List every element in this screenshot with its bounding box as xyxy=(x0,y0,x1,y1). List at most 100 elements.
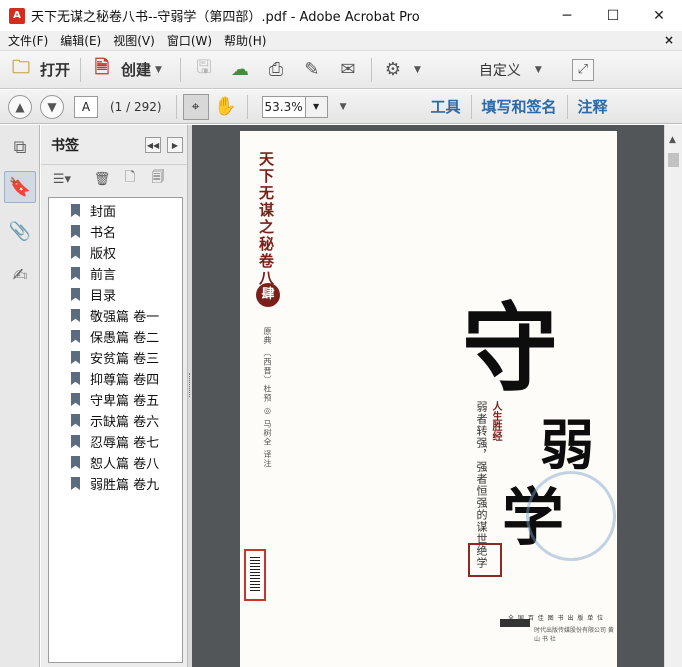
more-tools-chevron-icon[interactable]: ▼ xyxy=(340,102,347,112)
comment-pane-button[interactable]: 注释 xyxy=(572,96,614,117)
publisher-logo xyxy=(500,619,530,627)
zoom-dropdown-button[interactable]: ▼ xyxy=(305,95,328,118)
bookmark-icon xyxy=(71,414,80,427)
toolbar-divider xyxy=(80,57,82,82)
bookmark-icon: 🔖 xyxy=(8,176,32,198)
bookmark-item[interactable]: 保愚篇 卷二 xyxy=(49,326,182,347)
chevron-down-icon[interactable]: ▼ xyxy=(535,65,542,75)
bookmark-icon xyxy=(71,288,80,301)
expand-icon[interactable]: ⤢ xyxy=(571,58,594,81)
bookmark-label: 恕人篇 卷八 xyxy=(90,457,160,472)
bookmark-label: 目录 xyxy=(90,289,117,304)
save-icon[interactable]: 🖫 xyxy=(193,57,215,81)
menu-file[interactable]: 文件(F) xyxy=(2,32,54,49)
select-tool-button[interactable]: ⌖ xyxy=(182,93,209,120)
maximize-button[interactable]: ☐ xyxy=(590,0,636,31)
next-page-button[interactable]: ▼ xyxy=(40,94,64,119)
scroll-up-arrow-icon[interactable]: ▲ xyxy=(669,135,676,145)
double-chevron-left-icon: ◀◀ xyxy=(146,140,160,150)
menu-view[interactable]: 视图(V) xyxy=(107,32,161,49)
pdf-page-cover[interactable]: 天下无谋之秘卷八书 肆 原典 〔西晋〕杜预 ◎ 马树全 译注 守 弱 学 人生胜… xyxy=(240,131,617,667)
bookmark-item[interactable]: 抑尊篇 卷四 xyxy=(49,368,182,389)
bookmark-item[interactable]: 弱胜篇 卷九 xyxy=(49,473,182,494)
bookmark-item[interactable]: 书名 xyxy=(49,221,182,242)
hand-tool-icon[interactable]: ✋ xyxy=(214,96,236,118)
bookmarks-title: 书签 xyxy=(51,137,79,154)
bookmarks-toolbar: ☰▾ 🗑 🗋 🗐 xyxy=(41,165,187,193)
print-icon[interactable]: ⎙ xyxy=(265,59,287,81)
open-button[interactable]: 🗀 打开 xyxy=(6,56,74,84)
upload-icon[interactable]: ☁ xyxy=(229,59,251,81)
toolbar-divider xyxy=(175,94,177,119)
cursor-icon: ⌖ xyxy=(191,98,200,115)
bookmark-icon xyxy=(71,204,80,217)
bookmark-item[interactable]: 封面 xyxy=(49,200,182,221)
bookmark-label: 版权 xyxy=(90,247,117,262)
close-button[interactable]: ✕ xyxy=(636,0,682,31)
tools-pane-button[interactable]: 工具 xyxy=(425,96,467,117)
menu-edit[interactable]: 编辑(E) xyxy=(54,32,107,49)
bookmark-item[interactable]: 前言 xyxy=(49,263,182,284)
options-menu-icon[interactable]: ☰▾ xyxy=(47,169,77,189)
vertical-scrollbar[interactable]: ▲ xyxy=(664,125,682,667)
bookmark-icon xyxy=(71,225,80,238)
scrollbar-thumb[interactable] xyxy=(668,153,679,167)
chevron-right-icon: ▶ xyxy=(171,140,179,150)
toolbar-divider xyxy=(470,94,472,119)
arrow-up-icon: ▲ xyxy=(15,99,25,114)
menu-window[interactable]: 窗口(W) xyxy=(161,32,218,49)
collapse-panel-button[interactable]: ◀◀ xyxy=(145,137,161,153)
bookmark-icon xyxy=(71,393,80,406)
signatures-button[interactable]: ✍ xyxy=(4,259,36,291)
library-watermark-stamp xyxy=(526,471,616,561)
toolbar-divider xyxy=(370,57,372,82)
page-count: (1 / 292) xyxy=(110,99,162,114)
bookmark-item[interactable]: 忍辱篇 卷七 xyxy=(49,431,182,452)
folder-icon: 🗀 xyxy=(12,56,30,78)
delete-bookmark-icon[interactable]: 🗑 xyxy=(91,169,113,189)
cover-volume-seal: 肆 xyxy=(256,283,280,307)
edit-icon[interactable]: ✎ xyxy=(301,59,323,81)
bookmark-item[interactable]: 示缺篇 卷六 xyxy=(49,410,182,431)
bookmark-icon xyxy=(71,246,80,259)
minimize-button[interactable]: ─ xyxy=(544,0,590,31)
create-button[interactable]: 🗎 创建 ▼ xyxy=(87,56,166,84)
email-icon[interactable]: ✉ xyxy=(337,59,359,81)
bookmark-item[interactable]: 版权 xyxy=(49,242,182,263)
panel-arrow-button[interactable]: ▶ xyxy=(167,137,183,153)
title-bar: A 天下无谋之秘卷八书--守弱学（第四部）.pdf - Adobe Acroba… xyxy=(0,0,682,31)
zoom-input[interactable]: 53.3% xyxy=(261,95,306,118)
bookmark-item[interactable]: 安贫篇 卷三 xyxy=(49,347,182,368)
cover-series-title: 天下无谋之秘卷八书 xyxy=(257,151,275,304)
bookmarks-list: 封面 书名 版权 前言 目录 敬强篇 卷一 保愚篇 卷二 安贫篇 卷三 抑尊篇 … xyxy=(48,197,183,663)
fill-sign-pane-button[interactable]: 填写和签名 xyxy=(476,96,563,117)
chevron-down-icon[interactable]: ▼ xyxy=(414,65,421,75)
bookmark-item[interactable]: 敬强篇 卷一 xyxy=(49,305,182,326)
bookmarks-button[interactable]: 🔖 xyxy=(4,171,36,203)
close-document-button[interactable]: × xyxy=(664,33,674,47)
page-thumbnails-button[interactable]: ⧉ xyxy=(4,131,36,163)
bookmark-item[interactable]: 守卑篇 卷五 xyxy=(49,389,182,410)
bookmark-icon xyxy=(71,309,80,322)
page-number-input[interactable]: A xyxy=(74,95,98,118)
acrobat-app-icon[interactable]: A xyxy=(9,7,25,24)
document-view[interactable]: 天下无谋之秘卷八书 肆 原典 〔西晋〕杜预 ◎ 马树全 译注 守 弱 学 人生胜… xyxy=(192,125,664,667)
cover-title-char-1: 守 xyxy=(462,292,558,405)
new-bookmark-icon[interactable]: 🗋 xyxy=(119,169,141,189)
pages-icon: ⧉ xyxy=(13,136,27,158)
bookmark-item[interactable]: 目录 xyxy=(49,284,182,305)
previous-page-button[interactable]: ▲ xyxy=(8,94,32,119)
splitter-grip xyxy=(189,373,191,397)
expand-bookmark-icon[interactable]: 🗐 xyxy=(147,169,169,189)
bookmark-label: 保愚篇 卷二 xyxy=(90,331,160,346)
bookmark-item[interactable]: 恕人篇 卷八 xyxy=(49,452,182,473)
gear-icon[interactable]: ⚙ xyxy=(382,59,404,81)
menu-help[interactable]: 帮助(H) xyxy=(218,32,272,49)
arrow-down-icon: ▼ xyxy=(47,99,57,114)
signature-icon: ✍ xyxy=(12,264,28,286)
cover-publisher-line-2: 时代出版传媒股份有限公司 黄 山 书 社 xyxy=(534,627,614,643)
customize-label[interactable]: 自定义 xyxy=(479,60,521,80)
bookmark-label: 守卑篇 卷五 xyxy=(90,394,160,409)
attachments-button[interactable]: 📎 xyxy=(4,215,36,247)
bookmark-label: 弱胜篇 卷九 xyxy=(90,478,160,493)
